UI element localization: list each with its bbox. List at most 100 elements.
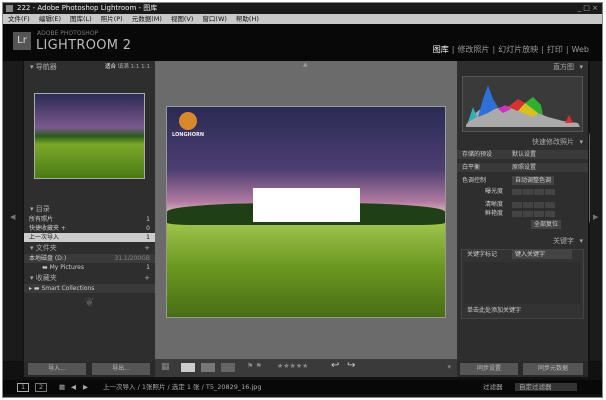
lightroom-window: 222 - Adobe Photoshop Lightroom - 图库 _ □…	[2, 2, 603, 398]
white-balance-select[interactable]: 原照设置	[512, 163, 536, 172]
keyword-tags-row: 关键字标记 键入关键字	[462, 250, 583, 259]
catalog-item[interactable]: 所有照片 1	[24, 215, 155, 224]
compare-view-icon[interactable]	[201, 363, 215, 372]
sync-metadata-button[interactable]: 同步元数据	[523, 363, 583, 375]
photo-logo	[179, 112, 197, 130]
quick-develop-header[interactable]: 快速修改照片 ▾	[457, 136, 588, 148]
rotate-right-icon[interactable]: ↪	[347, 360, 355, 371]
survey-view-icon[interactable]	[221, 363, 235, 372]
tone-control-row: 色调控制 自动调整色调	[457, 176, 588, 185]
loupe-view-icon[interactable]	[181, 363, 195, 372]
exposure-row[interactable]: 曝光度	[457, 187, 588, 196]
redacted-box	[253, 188, 360, 222]
flag-icons[interactable]: ⚑ ⚑	[247, 362, 262, 370]
main-photo[interactable]: LONGHORN	[166, 106, 446, 318]
filmstrip-bar: 1 2 ▦ ◀ ▶ 上一次导入 / 1张照片 / 选定 1 张 / T5_208…	[3, 380, 602, 394]
module-web[interactable]: Web	[572, 45, 589, 54]
folders-header[interactable]: ▾ 文件夹 +	[24, 242, 155, 254]
keyword-list[interactable]	[464, 262, 581, 304]
brand-line1: ADOBE PHOTOSHOP	[37, 30, 99, 37]
toolbar: ▦ ⚑ ⚑ ★★★★★ ↩ ↪ ▾	[155, 359, 457, 377]
menu-window[interactable]: 窗口(W)	[202, 15, 227, 23]
import-button[interactable]: 导入...	[28, 363, 86, 375]
menu-library[interactable]: 图库(L)	[70, 15, 92, 23]
menu-file[interactable]: 文件(F)	[8, 15, 30, 23]
identity-plate: Lr ADOBE PHOTOSHOP LIGHTROOM 2 图库 | 修改照片 | 幻…	[3, 24, 602, 61]
histogram	[462, 76, 583, 132]
right-panel-toggle[interactable]: ▶	[590, 61, 602, 361]
source-path[interactable]: 上一次导入 / 1张照片 / 选定 1 张 / T5_20829_16.jpg	[103, 380, 262, 394]
zoom-1-1[interactable]: 1:1	[131, 64, 140, 70]
photo-logo-text: LONGHORN	[172, 132, 205, 138]
keyword-tags-select[interactable]: 键入关键字	[512, 250, 572, 259]
catalog-header[interactable]: ▾ 目录	[24, 203, 155, 215]
filter-label: 过滤器	[483, 383, 503, 391]
menu-photo[interactable]: 照片(P)	[101, 15, 123, 23]
arrow-right-icon: ▶	[593, 213, 599, 221]
navigator-header[interactable]: ▾ 导航器 适合 填满 1:1 1:1	[24, 61, 155, 73]
folder-item[interactable]: ▬ My Pictures 1	[24, 263, 155, 272]
menu-view[interactable]: 视图(V)	[171, 15, 194, 23]
auto-tone-button[interactable]: 自动调整色调	[512, 176, 555, 185]
zoom-fit[interactable]: 适合	[105, 64, 116, 70]
add-keyword-hint[interactable]: 单击此处添加关键字	[462, 306, 526, 315]
right-panel: 直方图 ▾ 快速修改照片 ▾ 存储的预设 默认设置 白平衡 原照设置 色调控制 自动调整色…	[457, 61, 588, 361]
left-bottom-buttons: 导入... 导出...	[24, 361, 155, 377]
navigator-preview[interactable]	[34, 93, 145, 179]
module-library[interactable]: 图库	[433, 45, 449, 54]
catalog-item-selected[interactable]: 上一次导入 1	[24, 233, 155, 242]
grid-view-icon[interactable]: ▦	[161, 362, 170, 372]
white-balance-row[interactable]: 白平衡 原照设置	[457, 163, 588, 172]
collections-header[interactable]: ▾ 收藏夹 +	[24, 272, 155, 284]
brand-line2: LIGHTROOM 2	[36, 38, 132, 53]
window-controls[interactable]: _ □ ×	[578, 3, 598, 14]
title-bar: 222 - Adobe Photoshop Lightroom - 图库 _ □…	[3, 3, 602, 14]
folder-icon: ▬	[42, 264, 50, 271]
module-print[interactable]: 打印	[547, 45, 563, 54]
grid-icon[interactable]: ▦	[59, 380, 65, 394]
menu-edit[interactable]: 编辑(E)	[39, 15, 61, 23]
zoom-fill[interactable]: 填满	[118, 64, 129, 70]
disk-row[interactable]: 本地磁盘 (D:) 31.1/200GB	[24, 254, 155, 263]
reset-all-button[interactable]: 全部复位	[531, 220, 562, 229]
left-panel: ▾ 导航器 适合 填满 1:1 1:1 ▾ 目录 所有照片 1 快捷收藏夹 +0 …	[24, 61, 155, 361]
menu-metadata[interactable]: 元数据(M)	[132, 15, 162, 23]
ornament-icon: ❦	[84, 295, 95, 309]
right-bottom-buttons: 同步设置 同步元数据	[457, 361, 588, 377]
navigator-title: 导航器	[35, 63, 57, 71]
lr-logo: Lr	[13, 32, 31, 50]
app-icon	[6, 5, 13, 12]
saved-preset-select[interactable]: 默认设置	[512, 150, 536, 159]
filter-select[interactable]: 自定过滤器	[515, 383, 577, 391]
loupe-view[interactable]: ▲ LONGHORN	[155, 61, 457, 359]
zoom-custom[interactable]: 1:1	[141, 64, 150, 70]
catalog-item[interactable]: 快捷收藏夹 +0	[24, 224, 155, 233]
histogram-header[interactable]: 直方图 ▾	[457, 61, 588, 73]
page-2-button[interactable]: 2	[35, 383, 48, 392]
catalog-title: 目录	[35, 205, 50, 213]
sync-settings-button[interactable]: 同步设置	[460, 363, 518, 375]
add-collection-icon[interactable]: +	[144, 272, 150, 284]
toolbar-menu-icon[interactable]: ▾	[447, 363, 451, 371]
left-panel-toggle[interactable]: ◀	[3, 61, 23, 361]
keywords-header[interactable]: 关键字 ▾	[457, 235, 588, 247]
keyword-area: 关键字标记 键入关键字 单击此处添加关键字	[461, 249, 584, 319]
rating-stars[interactable]: ★★★★★	[277, 362, 308, 370]
rotate-left-icon[interactable]: ↩	[331, 360, 339, 371]
module-develop[interactable]: 修改照片	[457, 45, 489, 54]
forward-arrow-icon[interactable]: ▶	[83, 380, 88, 394]
menu-help[interactable]: 帮助(H)	[236, 15, 259, 23]
module-slideshow[interactable]: 幻灯片放映	[498, 45, 538, 54]
page-1-button[interactable]: 1	[17, 383, 30, 392]
add-folder-icon[interactable]: +	[144, 242, 150, 254]
menu-bar: 文件(F) 编辑(E) 图库(L) 照片(P) 元数据(M) 视图(V) 窗口(W) 帮助(H…	[3, 14, 602, 24]
panel-top-toggle[interactable]: ▲	[303, 61, 308, 68]
module-picker: 图库 | 修改照片 | 幻灯片放映 | 打印 | Web	[432, 45, 589, 54]
back-arrow-icon[interactable]: ◀	[71, 380, 76, 394]
export-button[interactable]: 导出...	[92, 363, 150, 375]
collection-item[interactable]: ▸ ▬ Smart Collections	[24, 284, 155, 293]
saved-preset-row[interactable]: 存储的预设 默认设置	[457, 150, 588, 159]
histogram-graph	[466, 85, 580, 127]
vibrance-row[interactable]: 鲜艳度	[457, 209, 588, 218]
clarity-row[interactable]: 清晰度	[457, 200, 588, 209]
